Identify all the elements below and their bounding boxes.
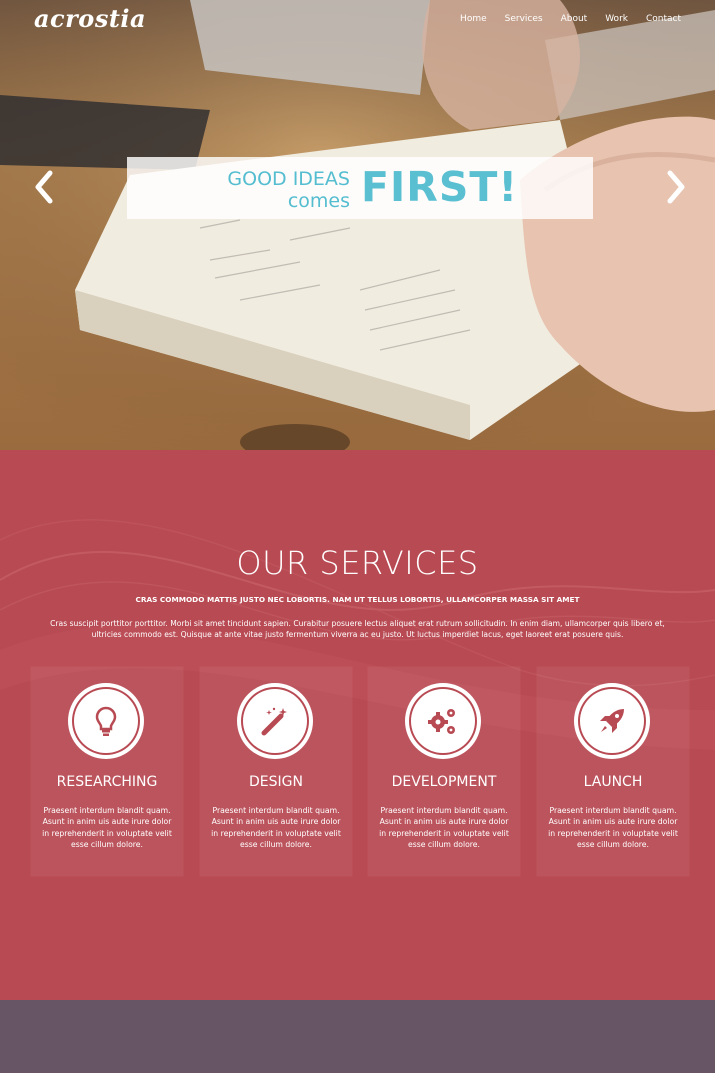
services-description: Cras suscipit porttitor porttitor. Morbi… bbox=[50, 619, 665, 639]
site-logo[interactable]: acrostia bbox=[34, 4, 146, 33]
services-subtitle: CRAS COMMODO MATTIS JUSTO NEC LOBORTIS. … bbox=[135, 595, 580, 604]
nav-home[interactable]: Home bbox=[460, 14, 487, 24]
service-card-text: Praesent interdum blandit quam. Asunt in… bbox=[379, 806, 509, 849]
service-card-launch[interactable]: LAUNCH Praesent interdum blandit quam. A… bbox=[537, 667, 689, 876]
service-card-text: Praesent interdum blandit quam. Asunt in… bbox=[211, 806, 341, 849]
service-card-researching[interactable]: RESEARCHING Praesent interdum blandit qu… bbox=[31, 667, 183, 876]
nav-contact[interactable]: Contact bbox=[646, 14, 681, 24]
service-card-design[interactable]: DESIGN Praesent interdum blandit quam. A… bbox=[200, 667, 352, 876]
gears-icon bbox=[428, 709, 455, 734]
service-card-title: DEVELOPMENT bbox=[391, 774, 497, 790]
hero-line-2: comes bbox=[287, 190, 350, 212]
service-card-text: Praesent interdum blandit quam. Asunt in… bbox=[548, 806, 678, 849]
icon-circle bbox=[574, 683, 650, 759]
slider-prev-arrow-icon[interactable] bbox=[32, 170, 56, 204]
service-card-title: LAUNCH bbox=[583, 774, 643, 790]
rocket-icon bbox=[600, 709, 624, 733]
hero-banner: GOOD IDEAS comes FIRST! bbox=[127, 157, 593, 219]
hero-headline: FIRST! bbox=[361, 163, 519, 211]
hero-background-image bbox=[0, 0, 715, 450]
services-section: OUR SERVICES CRAS COMMODO MATTIS JUSTO N… bbox=[0, 450, 715, 1000]
nav-about[interactable]: About bbox=[561, 14, 588, 24]
service-card-text: Praesent interdum blandit quam. Asunt in… bbox=[42, 806, 172, 849]
service-card-title: RESEARCHING bbox=[56, 774, 158, 790]
top-navigation-bar: acrostia Home Services About Work Contac… bbox=[0, 0, 715, 40]
services-title: OUR SERVICES bbox=[236, 544, 479, 582]
service-card-title: DESIGN bbox=[249, 774, 303, 790]
next-section-band bbox=[0, 1000, 715, 1073]
magic-wand-icon bbox=[261, 707, 287, 736]
hero-slider: acrostia Home Services About Work Contac… bbox=[0, 0, 715, 450]
icon-circle bbox=[68, 683, 144, 759]
nav-services[interactable]: Services bbox=[505, 14, 543, 24]
service-card-development[interactable]: DEVELOPMENT Praesent interdum blandit qu… bbox=[368, 667, 520, 876]
icon-circle bbox=[405, 683, 481, 759]
main-nav: Home Services About Work Contact bbox=[460, 14, 681, 24]
nav-work[interactable]: Work bbox=[605, 14, 628, 24]
slider-next-arrow-icon[interactable] bbox=[664, 170, 688, 204]
icon-circle bbox=[237, 683, 313, 759]
hero-line-1: GOOD IDEAS bbox=[227, 168, 350, 190]
lightbulb-icon bbox=[95, 706, 117, 736]
